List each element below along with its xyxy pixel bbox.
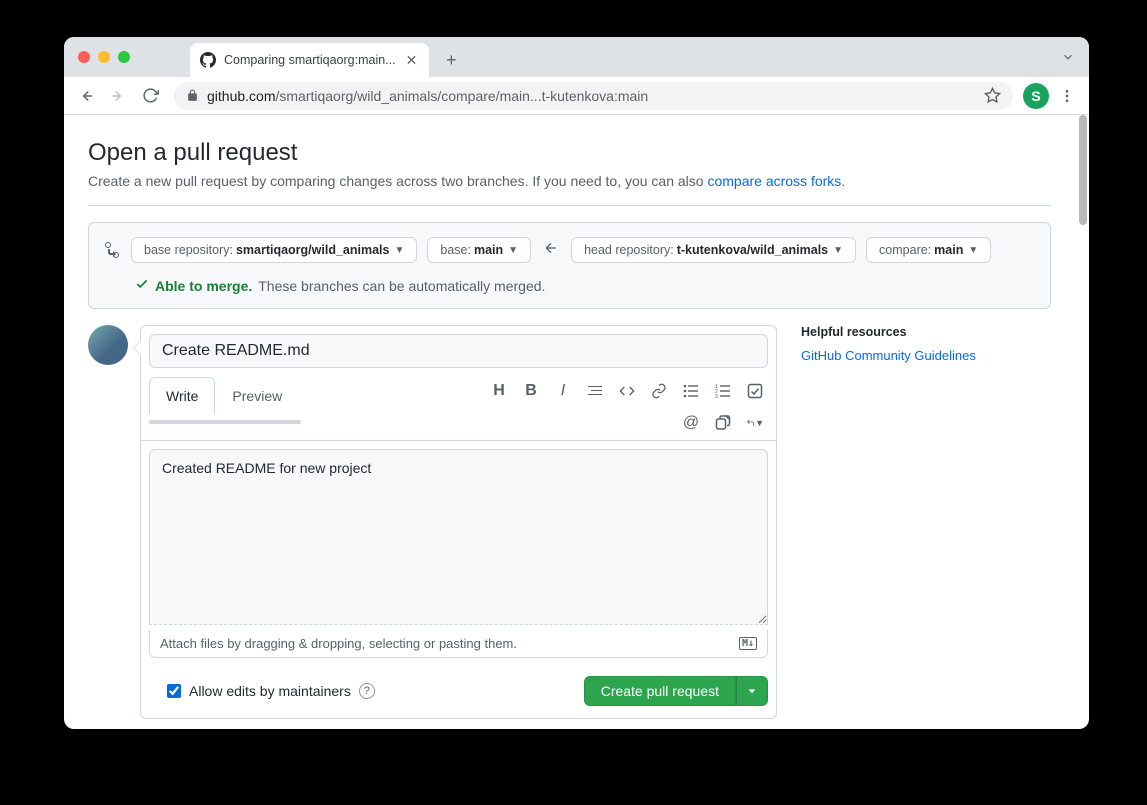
pr-layout: Write Preview H B I [88, 325, 1051, 719]
markdown-badge-icon[interactable]: M↓ [739, 637, 757, 650]
page-title: Open a pull request [88, 139, 1051, 167]
address-bar[interactable]: github.com/smartiqaorg/wild_animals/comp… [174, 82, 1013, 110]
ul-list-icon[interactable] [682, 382, 700, 400]
compare-across-forks-link[interactable]: compare across forks [707, 173, 841, 189]
attach-hint-row[interactable]: Attach files by dragging & dropping, sel… [149, 630, 768, 658]
allow-edits-checkbox[interactable] [167, 684, 181, 698]
tab-bar: Comparing smartiqaorg:main... ✕ + [64, 37, 1089, 77]
caret-down-icon: ▼ [508, 245, 518, 256]
nav-reload-button[interactable] [136, 82, 164, 110]
italic-icon[interactable]: I [554, 382, 572, 400]
lock-icon [186, 89, 199, 102]
submit-button-group: Create pull request [584, 676, 768, 706]
nav-forward-button[interactable] [104, 82, 132, 110]
attach-hint-text: Attach files by dragging & dropping, sel… [160, 636, 517, 651]
editor-tabs: Write Preview [149, 376, 299, 414]
quote-icon[interactable] [586, 382, 604, 400]
speech-caret-icon [133, 340, 141, 356]
tab-underline [149, 420, 301, 424]
page-subtitle: Create a new pull request by comparing c… [88, 173, 1051, 206]
browser-menu-button[interactable] [1053, 82, 1081, 110]
pr-sidebar: Helpful resources GitHub Community Guide… [801, 325, 1051, 719]
editor-header: Write Preview H B I [141, 376, 776, 441]
link-icon[interactable] [650, 382, 668, 400]
base-repo-selector[interactable]: base repository: smartiqaorg/wild_animal… [131, 237, 417, 263]
user-avatar[interactable] [88, 325, 128, 365]
community-guidelines-link[interactable]: GitHub Community Guidelines [801, 348, 976, 363]
tab-title: Comparing smartiqaorg:main... [224, 53, 396, 67]
mention-icon[interactable]: @ [682, 414, 700, 432]
code-icon[interactable] [618, 382, 636, 400]
window-minimize-icon[interactable] [98, 51, 110, 63]
tab-preview[interactable]: Preview [215, 377, 299, 415]
profile-avatar[interactable]: S [1023, 83, 1049, 109]
allow-edits-label: Allow edits by maintainers [189, 683, 351, 699]
window-close-icon[interactable] [78, 51, 90, 63]
new-tab-button[interactable]: + [437, 46, 465, 74]
github-page: Open a pull request Create a new pull re… [64, 115, 1075, 729]
bookmark-star-icon[interactable] [984, 87, 1001, 104]
comment-body-wrap: Attach files by dragging & dropping, sel… [141, 441, 776, 666]
check-icon [135, 277, 149, 294]
tab-overflow-icon[interactable] [1061, 50, 1075, 64]
nav-back-button[interactable] [72, 82, 100, 110]
cross-reference-icon[interactable] [714, 414, 732, 432]
scrollbar-thumb[interactable] [1079, 115, 1087, 225]
page-viewport: Open a pull request Create a new pull re… [64, 115, 1089, 729]
head-repo-selector[interactable]: head repository: t-kutenkova/wild_animal… [571, 237, 856, 263]
window-traffic-lights [74, 37, 136, 77]
create-pr-button[interactable]: Create pull request [584, 676, 736, 706]
bold-icon[interactable]: B [522, 382, 540, 400]
close-tab-icon[interactable]: ✕ [404, 52, 420, 69]
pr-form-column: Write Preview H B I [88, 325, 777, 719]
create-pr-dropdown[interactable] [736, 676, 768, 706]
tab-write[interactable]: Write [149, 377, 215, 415]
arrow-left-icon [541, 240, 561, 261]
svg-text:3: 3 [715, 394, 718, 399]
browser-tab[interactable]: Comparing smartiqaorg:main... ✕ [190, 43, 429, 77]
pr-comment-box: Write Preview H B I [140, 325, 777, 719]
ol-list-icon[interactable]: 123 [714, 382, 732, 400]
window-zoom-icon[interactable] [118, 51, 130, 63]
compare-panel: base repository: smartiqaorg/wild_animal… [88, 222, 1051, 309]
merge-status: Able to merge. These branches can be aut… [105, 277, 1034, 294]
scrollbar[interactable] [1075, 115, 1089, 729]
browser-window: Comparing smartiqaorg:main... ✕ + github… [64, 37, 1089, 729]
tasklist-icon[interactable] [746, 382, 764, 400]
caret-down-icon: ▼ [394, 245, 404, 256]
compare-row: base repository: smartiqaorg/wild_animal… [105, 237, 1034, 263]
caret-down-icon: ▼ [833, 245, 843, 256]
pr-description-input[interactable] [149, 449, 768, 625]
github-favicon [200, 52, 216, 68]
git-compare-icon [105, 242, 121, 258]
url-text: github.com/smartiqaorg/wild_animals/comp… [207, 88, 648, 104]
editor-toolbar: H B I 123 @ ▼ [478, 376, 768, 440]
caret-down-icon: ▼ [968, 245, 978, 256]
pr-footer-row: Allow edits by maintainers ? Create pull… [141, 666, 776, 718]
compare-branch-selector[interactable]: compare: main▼ [866, 237, 991, 263]
pr-title-input[interactable] [149, 334, 768, 368]
sidebar-heading: Helpful resources [801, 325, 1051, 339]
heading-icon[interactable]: H [490, 382, 508, 400]
help-icon[interactable]: ? [359, 683, 375, 699]
base-branch-selector[interactable]: base: main▼ [427, 237, 531, 263]
browser-toolbar: github.com/smartiqaorg/wild_animals/comp… [64, 77, 1089, 115]
reply-icon[interactable]: ▼ [746, 414, 764, 432]
